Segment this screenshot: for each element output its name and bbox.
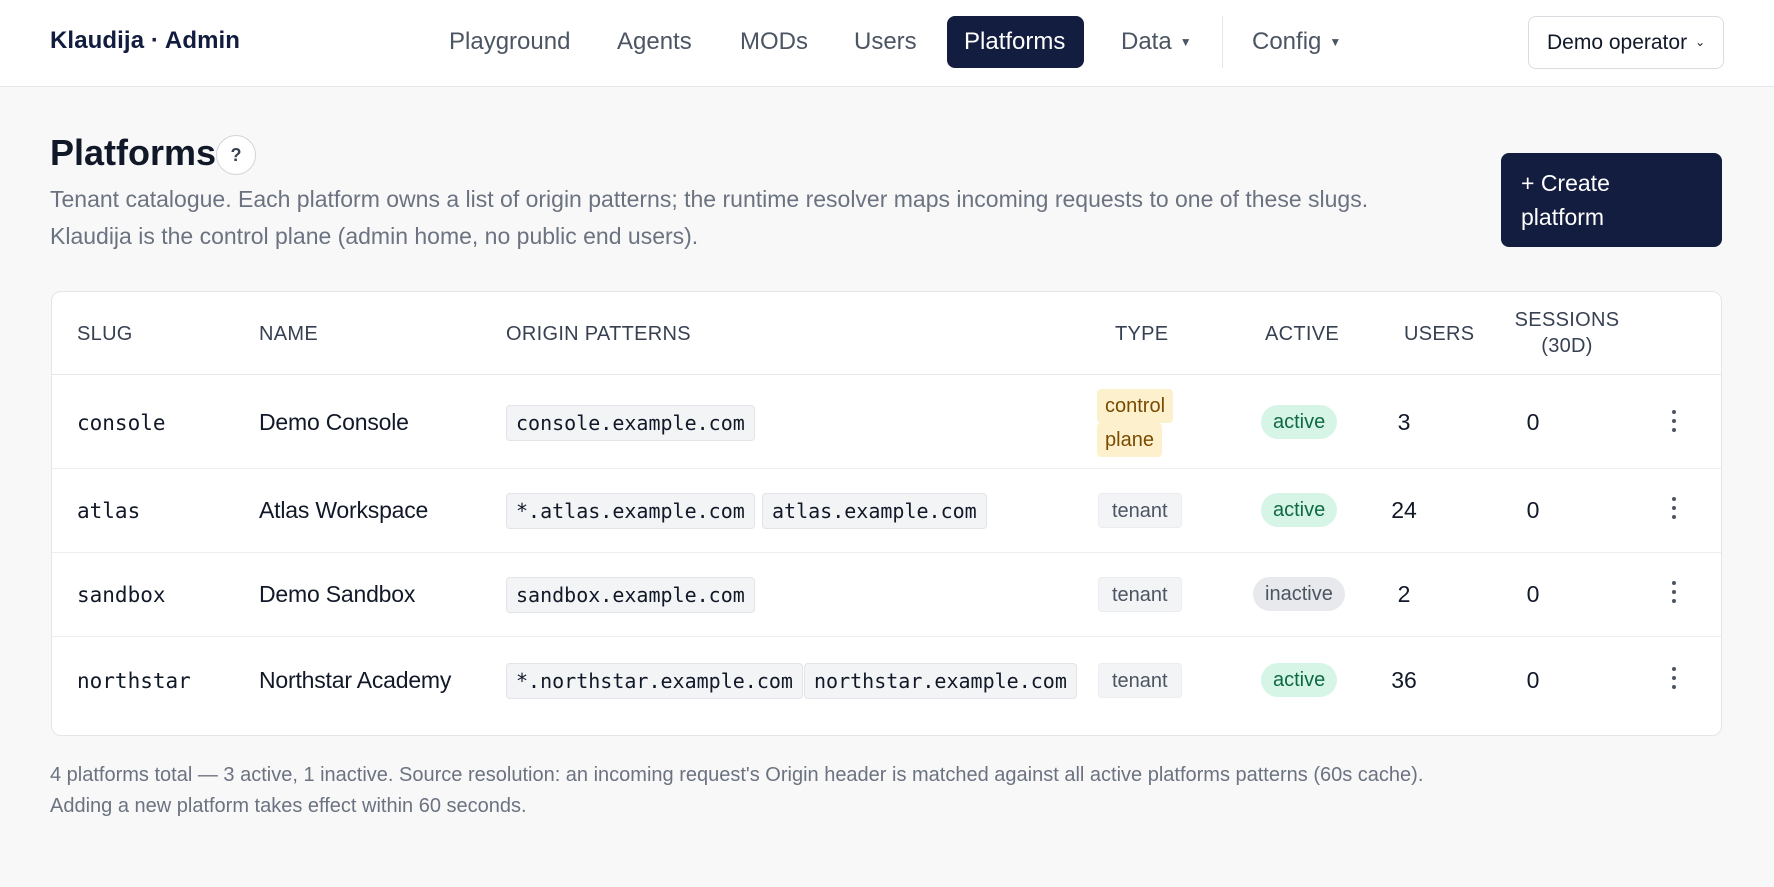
page-title: Platforms (50, 132, 217, 173)
kebab-menu-icon[interactable] (1669, 667, 1679, 693)
table-row[interactable]: console Demo Console console.example.com… (52, 375, 1721, 469)
type-badge: tenant (1098, 663, 1182, 698)
brand-title[interactable]: Klaudija · Admin (50, 27, 240, 55)
users-count: 36 (1391, 667, 1417, 693)
create-button-label: platform (1521, 204, 1605, 230)
row-slug: northstar (77, 669, 191, 693)
row-name: Demo Console (259, 409, 409, 435)
kebab-menu-icon[interactable] (1669, 410, 1679, 436)
origin-pattern-chip: sandbox.example.com (506, 577, 755, 613)
footer-line: 4 platforms total — 3 active, 1 inactive… (50, 764, 1424, 786)
origin-pattern-chip: *.northstar.example.com (506, 663, 803, 699)
sessions-count: 0 (1526, 409, 1540, 435)
type-badge: control (1097, 389, 1174, 423)
sessions-count: 0 (1526, 581, 1540, 607)
row-name: Atlas Workspace (259, 497, 429, 523)
table-row[interactable]: atlas Atlas Workspace *.atlas.example.co… (52, 469, 1721, 553)
table-header: SLUG NAME ORIGIN PATTERNS TYPE ACTIVE US… (52, 292, 1721, 375)
users-count: 2 (1397, 581, 1411, 607)
type-badge: tenant (1098, 493, 1182, 528)
page-description: Tenant catalogue. Each platform owns a l… (50, 181, 1470, 255)
column-header-type[interactable]: TYPE (1115, 323, 1168, 346)
type-badge: plane (1097, 423, 1162, 457)
origin-pattern-chip: atlas.example.com (762, 493, 987, 529)
origin-pattern-chip: *.atlas.example.com (506, 493, 755, 529)
operator-dropdown[interactable]: Demo operator ⌄ (1528, 16, 1724, 69)
description-line: Tenant catalogue. Each platform owns a l… (50, 186, 1369, 212)
nav-label: Platforms (964, 28, 1066, 55)
column-header-sessions[interactable]: SESSIONS (30D) (1514, 309, 1620, 358)
column-header-name[interactable]: NAME (259, 323, 318, 346)
column-header-origin-patterns[interactable]: ORIGIN PATTERNS (506, 323, 691, 346)
column-header-label: (30D) (1541, 335, 1593, 357)
nav-mods[interactable]: MODs (722, 16, 826, 68)
nav-label: Agents (617, 28, 692, 55)
nav-platforms[interactable]: Platforms (947, 16, 1084, 68)
column-header-active[interactable]: ACTIVE (1265, 323, 1339, 346)
top-navbar: Klaudija · Admin Playground Agents MODs … (0, 0, 1774, 87)
nav-config-dropdown[interactable]: Config ▼ (1234, 16, 1359, 68)
nav-label: Users (854, 28, 917, 55)
table-footer-note: 4 platforms total — 3 active, 1 inactive… (50, 760, 1650, 822)
sessions-count: 0 (1526, 667, 1540, 693)
description-line: Klaudija is the control plane (admin hom… (50, 223, 699, 249)
status-badge: active (1261, 663, 1338, 697)
status-badge: active (1261, 493, 1338, 527)
nav-label: Playground (449, 28, 571, 55)
operator-label: Demo operator (1547, 31, 1688, 54)
origin-pattern-chip: northstar.example.com (804, 663, 1077, 699)
caret-down-icon: ▼ (1329, 35, 1342, 49)
column-header-users[interactable]: USERS (1404, 323, 1474, 346)
platforms-table: SLUG NAME ORIGIN PATTERNS TYPE ACTIVE US… (51, 291, 1722, 736)
row-name: Demo Sandbox (259, 581, 416, 607)
nav-playground[interactable]: Playground (431, 16, 588, 68)
status-badge: inactive (1253, 577, 1345, 611)
status-badge: active (1261, 405, 1338, 439)
help-icon[interactable]: ? (216, 135, 256, 175)
table-row[interactable]: sandbox Demo Sandbox sandbox.example.com… (52, 553, 1721, 637)
column-header-slug[interactable]: SLUG (77, 323, 133, 346)
origin-pattern-chip: console.example.com (506, 405, 755, 441)
create-platform-button[interactable]: + Create platform (1501, 153, 1722, 247)
type-badge: tenant (1098, 577, 1182, 612)
kebab-menu-icon[interactable] (1669, 581, 1679, 607)
nav-data-dropdown[interactable]: Data ▼ (1103, 16, 1210, 68)
users-count: 24 (1391, 497, 1417, 523)
row-slug: atlas (77, 499, 141, 523)
nav-label: Data (1121, 28, 1172, 55)
column-header-label: SESSIONS (1514, 309, 1620, 331)
footer-line: Adding a new platform takes effect withi… (50, 795, 527, 817)
create-button-label: + Create (1521, 170, 1610, 196)
users-count: 3 (1397, 409, 1411, 435)
sessions-count: 0 (1526, 497, 1540, 523)
nav-divider (1222, 16, 1223, 68)
chevron-down-icon: ⌄ (1695, 35, 1706, 49)
nav-label: MODs (740, 28, 808, 55)
row-slug: console (77, 411, 166, 435)
table-row[interactable]: northstar Northstar Academy *.northstar.… (52, 637, 1721, 735)
row-slug: sandbox (77, 583, 166, 607)
nav-label: Config (1252, 28, 1322, 55)
kebab-menu-icon[interactable] (1669, 497, 1679, 523)
row-name: Northstar Academy (259, 667, 452, 693)
nav-agents[interactable]: Agents (599, 16, 710, 68)
nav-users[interactable]: Users (836, 16, 935, 68)
caret-down-icon: ▼ (1179, 35, 1192, 49)
